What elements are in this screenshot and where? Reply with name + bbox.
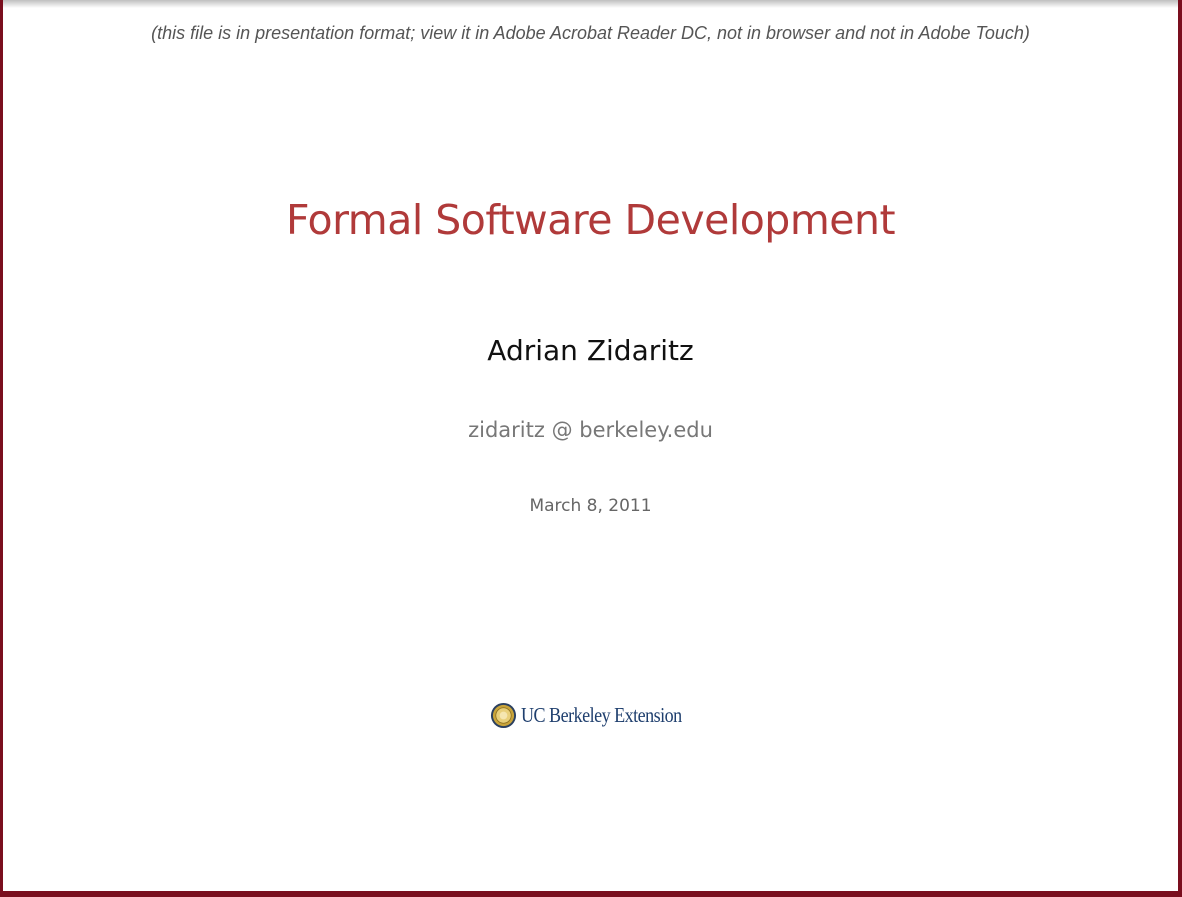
author-email: zidaritz @ berkeley.edu	[468, 418, 713, 442]
slide-title: Formal Software Development	[285, 196, 896, 244]
presentation-date: March 8, 2011	[529, 496, 652, 516]
author-name: Adrian Zidaritz	[487, 334, 694, 367]
top-shadow	[3, 0, 1178, 8]
seal-icon	[490, 702, 517, 729]
slide-frame: (this file is in presentation format; vi…	[0, 0, 1182, 897]
uc-berkeley-extension-logo: UC Berkeley Extension	[490, 702, 708, 729]
logo-text: UC Berkeley Extension	[521, 703, 682, 727]
viewer-notice: (this file is in presentation format; vi…	[151, 23, 1030, 43]
